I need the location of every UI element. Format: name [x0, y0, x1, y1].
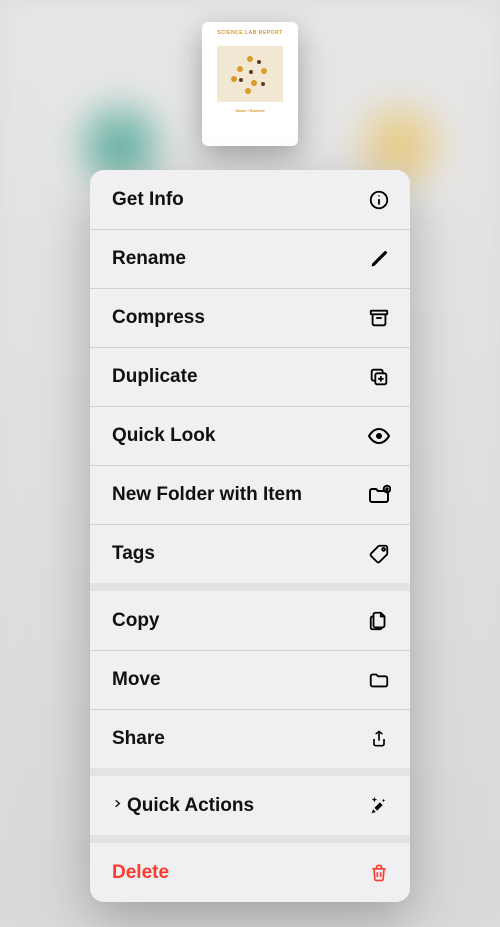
- duplicate-icon: [366, 364, 392, 390]
- menu-group-4: Delete: [90, 835, 410, 902]
- menu-item-get-info[interactable]: Get Info: [90, 170, 410, 229]
- folder-plus-icon: [366, 482, 392, 508]
- tag-icon: [366, 541, 392, 567]
- trash-icon: [366, 860, 392, 886]
- menu-item-rename[interactable]: Rename: [90, 229, 410, 288]
- menu-item-label: Copy: [112, 610, 160, 632]
- menu-item-label: Quick Look: [112, 425, 215, 447]
- menu-item-share[interactable]: Share: [90, 709, 410, 768]
- pencil-icon: [366, 246, 392, 272]
- menu-item-label: Rename: [112, 248, 186, 270]
- chevron-right-icon: [112, 796, 121, 811]
- share-icon: [366, 726, 392, 752]
- file-preview[interactable]: SCIENCE LAB REPORT Name / Student: [202, 22, 298, 146]
- menu-item-quick-actions[interactable]: Quick Actions: [90, 776, 410, 835]
- sparkles-icon: [366, 793, 392, 819]
- context-menu: Get Info Rename Compress Duplicate: [90, 170, 410, 902]
- menu-item-label: Move: [112, 669, 161, 691]
- info-icon: [366, 187, 392, 213]
- doc-on-doc-icon: [366, 608, 392, 634]
- menu-item-label: Delete: [112, 862, 169, 884]
- content: SCIENCE LAB REPORT Name / Student Get In…: [0, 0, 500, 927]
- menu-item-label: Share: [112, 728, 165, 750]
- menu-item-move[interactable]: Move: [90, 650, 410, 709]
- menu-item-tags[interactable]: Tags: [90, 524, 410, 583]
- file-preview-caption-line: [250, 113, 251, 117]
- file-preview-subtitle: [250, 37, 251, 40]
- menu-item-duplicate[interactable]: Duplicate: [90, 347, 410, 406]
- archivebox-icon: [366, 305, 392, 331]
- menu-item-delete[interactable]: Delete: [90, 843, 410, 902]
- menu-item-label: Quick Actions: [112, 795, 254, 817]
- menu-group-3: Quick Actions: [90, 768, 410, 835]
- menu-item-label: Get Info: [112, 189, 184, 211]
- file-preview-art: [217, 46, 283, 102]
- menu-group-2: Copy Move Share: [90, 583, 410, 768]
- menu-item-new-folder[interactable]: New Folder with Item: [90, 465, 410, 524]
- menu-group-1: Get Info Rename Compress Duplicate: [90, 170, 410, 583]
- menu-item-copy[interactable]: Copy: [90, 591, 410, 650]
- menu-item-label: Duplicate: [112, 366, 198, 388]
- eye-icon: [366, 423, 392, 449]
- folder-icon: [366, 667, 392, 693]
- menu-item-label: Compress: [112, 307, 205, 329]
- menu-item-quick-look[interactable]: Quick Look: [90, 406, 410, 465]
- file-preview-title: SCIENCE LAB REPORT: [217, 30, 282, 36]
- menu-item-compress[interactable]: Compress: [90, 288, 410, 347]
- menu-item-label: Tags: [112, 543, 155, 565]
- menu-item-label: New Folder with Item: [112, 484, 302, 506]
